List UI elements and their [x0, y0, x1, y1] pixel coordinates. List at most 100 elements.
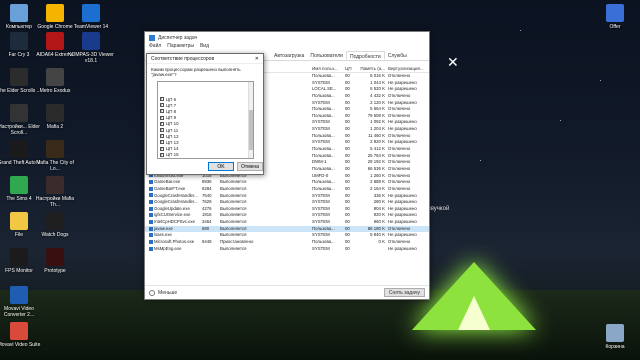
table-row[interactable]: lsass.exe Выполняется SYSTEM 00 5 840 K Не ра…: [145, 232, 429, 239]
ok-button[interactable]: OK: [208, 162, 234, 171]
tab-details[interactable]: Подробности: [345, 51, 385, 60]
cell-text: 00: [345, 119, 350, 125]
desktop-icon-label: Prototype: [44, 268, 66, 274]
cell-text: Выполняется: [220, 199, 247, 205]
table-row[interactable]: igfxCUIService.exe 1916 Выполняется SYSTEM 0…: [145, 212, 429, 219]
checkbox-checked-icon[interactable]: [160, 139, 164, 145]
desktop-icon[interactable]: Mafia 2: [32, 104, 78, 130]
cell-text: 00: [345, 146, 350, 152]
desktop-icon[interactable]: Movavi Video Converter 2...: [0, 286, 42, 318]
table-row[interactable]: GoogleCrashHandler... 7628 Выполняется SYST…: [145, 199, 429, 206]
cell-text: Отключено: [388, 73, 411, 78]
table-row[interactable]: GameBar.exe 8936 Выполняется Пользова... 00 2…: [145, 179, 429, 186]
process-icon: [149, 180, 153, 185]
cell-text: Отключено: [388, 92, 411, 98]
scrollbar-thumb[interactable]: [249, 110, 253, 150]
table-row[interactable]: GoogleUpdate.exe 4276 Выполняется SYSTEM 00 8…: [145, 206, 429, 213]
cell-text: 280 K: [373, 199, 385, 205]
tab-startup[interactable]: Автозагрузка: [271, 51, 307, 60]
cell-text: 00: [345, 232, 350, 238]
desktop-icon-label: Metro Exodus: [39, 88, 71, 94]
dialog-close-icon[interactable]: ✕: [255, 56, 259, 62]
cell-text: Отключено: [388, 112, 411, 118]
app-icon: [46, 32, 64, 50]
desktop-icon[interactable]: Metro Exodus: [32, 68, 78, 94]
desktop-icon[interactable]: KOMPAS-3D Viewer v18.1: [68, 32, 114, 64]
cpu-label: ЦП 7: [166, 102, 177, 108]
process-icon: [149, 233, 153, 238]
end-task-button[interactable]: Снять задачу: [383, 288, 425, 297]
desktop-icon[interactable]: Корзина: [592, 324, 638, 350]
cpu-checkbox-item[interactable]: ЦП 15: [158, 152, 253, 158]
cell-text: Не разрешено: [388, 79, 417, 85]
fewer-details-button[interactable]: Меньше: [149, 290, 177, 296]
cell-text: SYSTEM: [312, 192, 330, 198]
table-row[interactable]: IntelCpHDCPSvc.exe 3464 Выполняется SYSTEM 0…: [145, 219, 429, 226]
cell-text: Выполняется: [220, 212, 247, 218]
menu-options[interactable]: Параметры: [167, 43, 194, 51]
processor-affinity-dialog: Соответствие процессоров ✕ Каким процесс…: [146, 53, 264, 175]
table-row[interactable]: javaw.exe 680 Выполняется Пользова... 00 86 1…: [145, 225, 429, 233]
wallpaper-hill: [0, 290, 640, 360]
cell-user: SYSTEM: [312, 246, 344, 253]
col-user[interactable]: Имя польз...: [312, 66, 344, 71]
cell-text: 00: [345, 225, 350, 231]
menu-view[interactable]: Вид: [200, 43, 209, 51]
cell-text: UMFD-0: [312, 172, 329, 178]
app-icon: [10, 68, 28, 86]
cell-text: 00: [345, 212, 350, 218]
task-manager-icon: [149, 34, 155, 41]
cell-text: 7640: [202, 192, 212, 198]
app-icon: [46, 248, 64, 266]
cell-text: 6284: [202, 185, 212, 191]
tab-users[interactable]: Пользователи: [307, 51, 346, 60]
col-cpu[interactable]: ЦП: [345, 66, 357, 71]
checkbox-checked-icon[interactable]: [160, 127, 164, 133]
cell-text: 804 K: [373, 205, 385, 211]
tab-services[interactable]: Службы: [385, 51, 410, 60]
table-row[interactable]: MsMpEng.exe Выполняется SYSTEM 00 Не разреше…: [145, 246, 429, 253]
col-memory[interactable]: Память (а...: [359, 66, 385, 71]
desktop-icon-label: TeamViewer 14: [73, 24, 109, 30]
desktop-icon[interactable]: Watch Dogs: [32, 212, 78, 238]
desktop-icon[interactable]: Mafia The City of Lo...: [32, 140, 78, 172]
menu-file[interactable]: Файл: [149, 43, 161, 51]
checkbox-checked-icon[interactable]: [160, 96, 164, 102]
cell-text: Отключено: [388, 165, 411, 171]
app-icon: [10, 4, 28, 22]
process-icon: [149, 219, 153, 224]
desktop-icon-label: Настройки Mafia Th...: [35, 196, 75, 208]
col-virtualization[interactable]: Виртуализация...: [388, 66, 428, 71]
cell-text: Пользова...: [312, 225, 335, 231]
table-row[interactable]: Microsoft.Photos.exe 9448 Приостановлено По…: [145, 239, 429, 246]
cpu-list-scrollbar[interactable]: [248, 82, 253, 158]
checkbox-checked-icon[interactable]: [160, 146, 164, 151]
desktop-icon[interactable]: Offer: [592, 4, 638, 30]
checkbox-checked-icon[interactable]: [160, 121, 164, 126]
process-icon: [149, 246, 153, 251]
cancel-button[interactable]: Отмена: [237, 162, 263, 171]
cell-text: 8936: [202, 179, 212, 185]
cell-text: 25 784 K: [367, 152, 385, 158]
close-icon[interactable]: ✕: [447, 54, 459, 71]
desktop-icon[interactable]: TeamViewer 14: [68, 4, 114, 30]
desktop-icon[interactable]: Prototype: [32, 248, 78, 274]
table-row[interactable]: GoogleCrashHandler... 7640 Выполняется SYST…: [145, 193, 429, 200]
title-bar[interactable]: Диспетчер задач: [145, 32, 429, 43]
desktop-icon-label: KOMPAS-3D Viewer v18.1: [68, 52, 114, 64]
cell-text: Выполняется: [220, 219, 247, 225]
cell-text: 00: [345, 92, 350, 98]
dialog-title-bar[interactable]: Соответствие процессоров ✕: [147, 54, 263, 64]
checkbox-checked-icon[interactable]: [160, 102, 164, 108]
cpu-label: ЦП 11: [166, 127, 179, 133]
desktop-icon[interactable]: Movavi Video Suite: [0, 322, 42, 348]
cpu-label: ЦП 10: [166, 121, 179, 127]
checkbox-checked-icon[interactable]: [160, 115, 164, 120]
checkbox-checked-icon[interactable]: [160, 133, 164, 139]
checkbox-checked-icon[interactable]: [160, 108, 164, 114]
desktop-icon[interactable]: Настройки Mafia Th...: [32, 176, 78, 208]
cell-text: 1916: [202, 212, 212, 218]
checkbox-checked-icon[interactable]: [160, 152, 164, 157]
table-row[interactable]: GameBarFT.exe 6284 Выполняется Пользова... 0…: [145, 186, 429, 193]
cell-text: 336 K: [373, 192, 385, 198]
